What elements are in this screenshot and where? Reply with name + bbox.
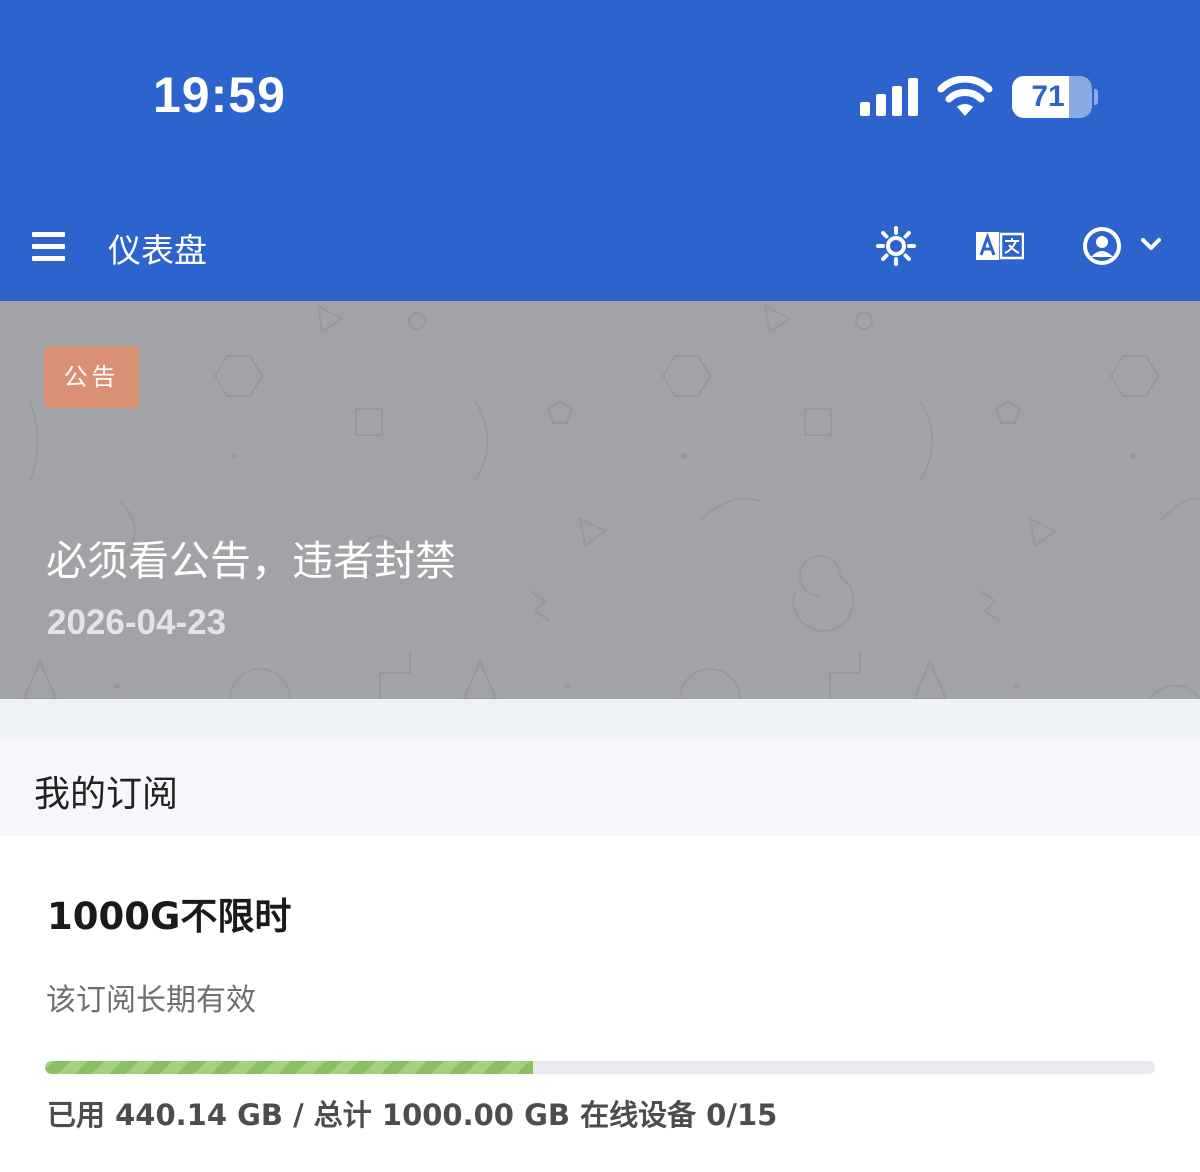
announcement-badge: 公告 [44, 346, 139, 408]
cellular-signal-icon [860, 78, 918, 116]
app-header: 19:59 71 仪表盘 [0, 0, 1200, 301]
subscription-card: 1000G不限时 该订阅长期有效 已用 440.14 GB / 总计 1000.… [0, 836, 1200, 1172]
wifi-icon [937, 76, 993, 116]
plan-validity: 该订阅长期有效 [46, 983, 256, 1018]
battery-indicator: 71 [1012, 76, 1098, 118]
traffic-progress-fill [45, 1061, 534, 1074]
plan-name: 1000G不限时 [47, 895, 292, 938]
theme-toggle-icon[interactable] [876, 226, 916, 266]
announcement-title: 必须看公告，违者封禁 [46, 537, 456, 585]
battery-percentage: 71 [1031, 80, 1065, 113]
subscription-section-title: 我的订阅 [34, 774, 179, 815]
user-avatar-icon[interactable] [1083, 227, 1121, 265]
menu-icon[interactable] [32, 232, 66, 262]
subscription-card-header: 我的订阅 [0, 737, 1200, 836]
page-title: 仪表盘 [108, 231, 207, 270]
chevron-down-icon[interactable] [1140, 236, 1162, 252]
status-time: 19:59 [153, 67, 286, 123]
language-icon[interactable] [976, 232, 1024, 260]
announcement-banner[interactable]: 公告 必须看公告，违者封禁 2026-04-23 [0, 301, 1200, 699]
battery-tip [1094, 89, 1098, 105]
traffic-progress-bar [45, 1061, 1155, 1074]
battery-body: 71 [1012, 76, 1092, 118]
announcement-date: 2026-04-23 [47, 603, 227, 642]
traffic-usage-text: 已用 440.14 GB / 总计 1000.00 GB 在线设备 0/15 [47, 1098, 778, 1132]
